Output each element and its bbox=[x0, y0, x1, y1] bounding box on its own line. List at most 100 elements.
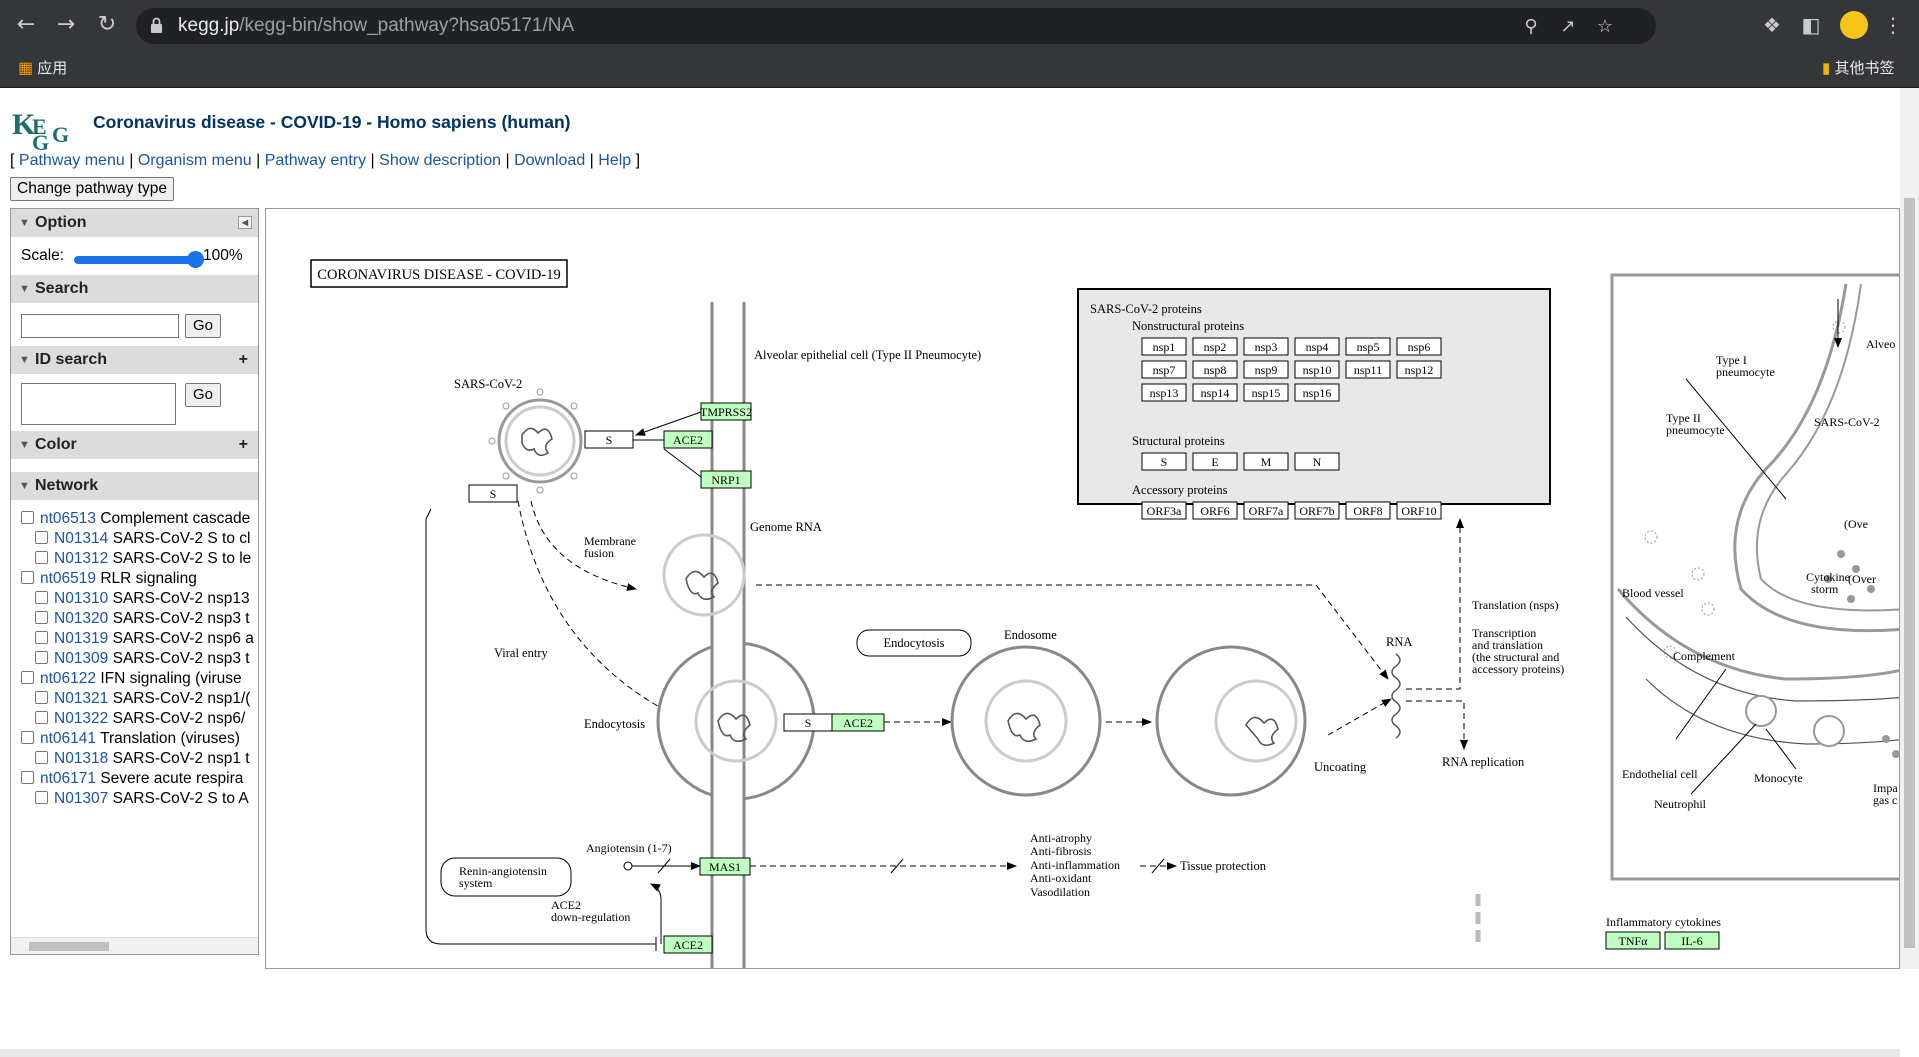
network-subitem[interactable]: N01321 SARS-CoV-2 nsp1/( bbox=[35, 689, 258, 709]
network-header[interactable]: ▼ Network bbox=[11, 472, 258, 500]
network-subitem[interactable]: N01307 SARS-CoV-2 S to A bbox=[35, 789, 258, 809]
network-checkbox[interactable] bbox=[35, 531, 48, 544]
network-item[interactable]: nt06519 RLR signaling bbox=[21, 569, 258, 589]
search-header[interactable]: ▼ Search bbox=[11, 275, 258, 303]
back-icon[interactable]: ← bbox=[12, 11, 40, 39]
help-link[interactable]: Help bbox=[598, 152, 631, 169]
expand-plus-icon[interactable]: + bbox=[239, 346, 248, 374]
network-id-link[interactable]: N01322 bbox=[54, 710, 108, 727]
download-link[interactable]: Download bbox=[514, 152, 585, 169]
network-id-link[interactable]: N01309 bbox=[54, 650, 108, 667]
color-header[interactable]: ▼ Color + bbox=[11, 431, 258, 459]
network-checkbox[interactable] bbox=[21, 511, 34, 524]
network-subitem[interactable]: N01312 SARS-CoV-2 S to le bbox=[35, 549, 258, 569]
other-bookmarks[interactable]: ▮ 其他书签 bbox=[1822, 56, 1894, 82]
pathway-map[interactable]: CORONAVIRUS DISEASE - COVID-19 Alveolar … bbox=[265, 208, 1900, 969]
pathway-entry-link[interactable]: Pathway entry bbox=[265, 152, 366, 169]
network-id-link[interactable]: nt06171 bbox=[40, 770, 96, 787]
endosome[interactable] bbox=[950, 645, 1102, 797]
endocytosis-vesicle[interactable] bbox=[656, 639, 816, 969]
network-subitem[interactable]: N01314 SARS-CoV-2 S to cl bbox=[35, 529, 258, 549]
search-go-button[interactable]: Go bbox=[185, 314, 221, 338]
virus-particle[interactable] bbox=[488, 388, 592, 494]
network-id-link[interactable]: nt06519 bbox=[40, 570, 96, 587]
share-icon[interactable]: ↗ bbox=[1557, 16, 1579, 38]
pathway-menu-link[interactable]: Pathway menu bbox=[19, 152, 125, 169]
network-description: SARS-CoV-2 nsp6/ bbox=[112, 710, 246, 727]
expand-plus-icon[interactable]: + bbox=[239, 431, 248, 459]
network-checkbox[interactable] bbox=[35, 591, 48, 604]
network-checkbox[interactable] bbox=[35, 751, 48, 764]
network-subitem[interactable]: N01310 SARS-CoV-2 nsp13 bbox=[35, 589, 258, 609]
complement-label: Complement bbox=[1673, 649, 1736, 663]
extensions-icon[interactable]: ❖ bbox=[1758, 11, 1786, 39]
organism-menu-link[interactable]: Organism menu bbox=[138, 152, 252, 169]
network-id-link[interactable]: N01310 bbox=[54, 590, 108, 607]
url-bar[interactable]: kegg.jp/kegg-bin/show_pathway?hsa05171/N… bbox=[136, 8, 1656, 44]
network-item[interactable]: nt06171 Severe acute respira bbox=[21, 769, 258, 789]
star-icon[interactable]: ☆ bbox=[1594, 16, 1616, 38]
network-checkbox[interactable] bbox=[35, 691, 48, 704]
kegg-logo[interactable]: K E G G bbox=[12, 104, 78, 152]
zoom-icon[interactable]: ⚲ bbox=[1520, 16, 1542, 38]
network-id-link[interactable]: nt06513 bbox=[40, 510, 96, 527]
page-vertical-scrollbar[interactable] bbox=[1900, 88, 1919, 969]
network-id-link[interactable]: N01320 bbox=[54, 610, 108, 627]
id-search-header[interactable]: ▼ ID search + bbox=[11, 346, 258, 374]
network-subitem[interactable]: N01319 SARS-CoV-2 nsp6 a bbox=[35, 629, 258, 649]
network-item[interactable]: nt06122 IFN signaling (viruse bbox=[21, 669, 258, 689]
collapse-panel-icon[interactable]: ◀ bbox=[238, 216, 252, 229]
network-id-link[interactable]: N01319 bbox=[54, 630, 108, 647]
network-id-link[interactable]: nt06141 bbox=[40, 730, 96, 747]
search-input[interactable] bbox=[21, 314, 179, 338]
network-id-link[interactable]: nt06122 bbox=[40, 670, 96, 687]
network-subitem[interactable]: N01320 SARS-CoV-2 nsp3 t bbox=[35, 609, 258, 629]
network-checkbox[interactable] bbox=[21, 731, 34, 744]
id-search-go-button[interactable]: Go bbox=[185, 383, 221, 407]
network-subitem[interactable]: N01322 SARS-CoV-2 nsp6/ bbox=[35, 709, 258, 729]
network-checkbox[interactable] bbox=[35, 651, 48, 664]
rna-strand[interactable] bbox=[1391, 653, 1401, 739]
network-id-link[interactable]: N01314 bbox=[54, 530, 108, 547]
nonstructural-protein-label: nsp9 bbox=[1255, 363, 1278, 377]
panel-horizontal-scrollbar[interactable] bbox=[11, 937, 258, 954]
network-checkbox[interactable] bbox=[21, 771, 34, 784]
scale-slider[interactable] bbox=[74, 256, 196, 264]
forward-icon[interactable]: → bbox=[52, 11, 80, 39]
network-checkbox[interactable] bbox=[21, 571, 34, 584]
network-checkbox[interactable] bbox=[35, 631, 48, 644]
option-header[interactable]: ▼ Option ◀ bbox=[11, 209, 258, 237]
id-search-textarea[interactable] bbox=[21, 383, 176, 425]
scrollbar-thumb[interactable] bbox=[29, 942, 109, 951]
show-description-link[interactable]: Show description bbox=[379, 152, 501, 169]
profile-avatar[interactable] bbox=[1840, 11, 1868, 39]
network-subitem[interactable]: N01318 SARS-CoV-2 nsp1 t bbox=[35, 749, 258, 769]
page-horizontal-scrollbar[interactable] bbox=[0, 1049, 1900, 1057]
network-id-link[interactable]: N01318 bbox=[54, 750, 108, 767]
network-id-link[interactable]: N01307 bbox=[54, 790, 108, 807]
genome-rna-label: Genome RNA bbox=[750, 520, 822, 534]
network-checkbox[interactable] bbox=[21, 671, 34, 684]
change-pathway-type-button[interactable]: Change pathway type bbox=[10, 177, 174, 201]
network-id-link[interactable]: N01321 bbox=[54, 690, 108, 707]
angiotensin-compound[interactable] bbox=[623, 861, 633, 871]
side-panel-icon[interactable]: ◧ bbox=[1797, 11, 1825, 39]
network-subitem[interactable]: N01309 SARS-CoV-2 nsp3 t bbox=[35, 649, 258, 669]
fusing-virus[interactable] bbox=[662, 533, 746, 617]
network-checkbox[interactable] bbox=[35, 551, 48, 564]
scale-slider-thumb[interactable] bbox=[187, 251, 204, 268]
rna-replication-label: RNA replication bbox=[1442, 755, 1525, 769]
scrollbar-thumb[interactable] bbox=[1904, 198, 1915, 948]
effect-label: Anti-atrophy bbox=[1030, 831, 1092, 845]
network-item[interactable]: nt06513 Complement cascade bbox=[21, 509, 258, 529]
apps-bookmark[interactable]: ▦ 应用 bbox=[18, 56, 67, 82]
menu-kebab-icon[interactable]: ⋮ bbox=[1879, 11, 1907, 39]
network-checkbox[interactable] bbox=[35, 611, 48, 624]
network-checkbox[interactable] bbox=[35, 711, 48, 724]
network-item[interactable]: nt06141 Translation (viruses) bbox=[21, 729, 258, 749]
reload-icon[interactable]: ↻ bbox=[93, 11, 121, 39]
network-checkbox[interactable] bbox=[35, 791, 48, 804]
uncoating-endosome[interactable] bbox=[1155, 645, 1307, 797]
separator: | bbox=[370, 152, 375, 169]
network-id-link[interactable]: N01312 bbox=[54, 550, 108, 567]
